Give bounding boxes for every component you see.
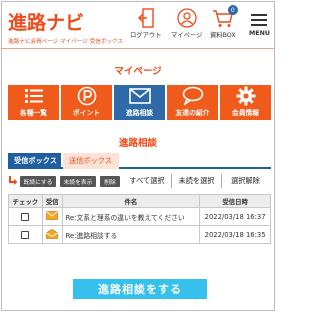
cart-icon: 0 bbox=[212, 5, 238, 28]
mypage-tiles: 各種一覧 ポイント 進路相談 友達の紹介 会員情報 bbox=[8, 85, 271, 120]
user-icon bbox=[177, 7, 197, 28]
logout-icon bbox=[137, 7, 154, 28]
tile-list[interactable]: 各種一覧 bbox=[8, 85, 59, 120]
mypage-title: マイページ bbox=[114, 66, 162, 77]
breadcrumb: 進路ナビ会員ページ マイページ 受信ボックス bbox=[8, 39, 124, 45]
gear-icon bbox=[236, 85, 256, 106]
tile-points-label: ポイント bbox=[72, 109, 101, 117]
cart-badge: 0 bbox=[227, 5, 238, 15]
deselect-button[interactable]: 選択解除 bbox=[221, 174, 269, 188]
table-row[interactable]: Re:進路相談する 2022/03/18 16:35 bbox=[8, 225, 271, 244]
tab-sent[interactable]: 送信ボックス bbox=[63, 153, 119, 169]
select-all-button[interactable]: すべて選択 bbox=[123, 174, 171, 188]
list-icon bbox=[24, 85, 44, 106]
tile-consult-label: 進路相談 bbox=[125, 109, 154, 117]
site-logo[interactable]: 進路ナビ bbox=[8, 8, 84, 35]
logout-button[interactable]: ログアウト bbox=[130, 7, 161, 39]
logout-label: ログアウト bbox=[130, 32, 162, 39]
tile-member-info-label: 会員情報 bbox=[231, 109, 260, 117]
document-box-button[interactable]: 0 資料BOX bbox=[210, 5, 238, 39]
row-subject[interactable]: Re:進路相談する bbox=[61, 225, 201, 244]
points-icon bbox=[77, 85, 97, 106]
col-check: チェック bbox=[8, 194, 43, 208]
select-unread-button[interactable]: 未読を選択 bbox=[171, 174, 221, 188]
tab-inbox[interactable]: 受信ボックス bbox=[8, 153, 61, 169]
start-consult-button[interactable]: 進路相談をする bbox=[73, 279, 207, 299]
mailbox-tabs: 受信ボックス 送信ボックス bbox=[8, 153, 271, 169]
col-subject: 件名 bbox=[61, 194, 201, 208]
tile-list-label: 各種一覧 bbox=[19, 109, 48, 117]
document-box-label: 資料BOX bbox=[210, 32, 236, 39]
mail-icon bbox=[128, 85, 151, 106]
mypage-label: マイページ bbox=[171, 32, 203, 39]
tile-member-info[interactable]: 会員情報 bbox=[220, 85, 271, 120]
mark-read-button[interactable]: 既読にする bbox=[20, 176, 56, 187]
hamburger-icon bbox=[250, 7, 268, 28]
corner-arrow-icon bbox=[9, 176, 18, 185]
tile-points[interactable]: ポイント bbox=[61, 85, 112, 120]
delete-button[interactable]: 削除 bbox=[100, 176, 120, 187]
table-header-row: チェック 受信 件名 受信日時 bbox=[8, 194, 271, 208]
col-received: 受信 bbox=[41, 194, 63, 208]
table-row[interactable]: Re:文系と理系の違いを教えてください 2022/03/18 16:37 bbox=[8, 207, 271, 226]
show-unread-button[interactable]: 未読を表示 bbox=[60, 176, 96, 187]
menu-label: MENU bbox=[249, 30, 270, 37]
row-subject[interactable]: Re:文系と理系の違いを教えてください bbox=[61, 207, 201, 226]
row-checkbox[interactable] bbox=[21, 212, 30, 221]
menu-button[interactable]: MENU bbox=[249, 7, 270, 37]
col-date: 受信日時 bbox=[199, 194, 271, 208]
row-date: 2022/03/18 16:35 bbox=[199, 225, 271, 244]
opened-mail-icon bbox=[46, 228, 59, 239]
row-date: 2022/03/18 16:37 bbox=[199, 207, 271, 226]
unread-mail-icon bbox=[46, 211, 59, 220]
message-table: チェック 受信 件名 受信日時 Re:文系と理系の違いを教えてください 2022… bbox=[8, 194, 271, 244]
action-bar: 既読にする 未読を表示 削除 すべて選択 未読を選択 選択解除 bbox=[8, 174, 272, 188]
chat-bubble-icon bbox=[182, 85, 204, 106]
tile-consult[interactable]: 進路相談 bbox=[114, 85, 165, 120]
mypage-button[interactable]: マイページ bbox=[171, 7, 202, 39]
consult-title: 進路相談 bbox=[118, 138, 157, 149]
page-frame: 進路ナビ 進路ナビ会員ページ マイページ 受信ボックス ログアウト マイページ bbox=[1, 1, 275, 311]
row-checkbox[interactable] bbox=[21, 230, 30, 239]
tile-referral[interactable]: 友達の紹介 bbox=[167, 85, 218, 120]
tile-referral-label: 友達の紹介 bbox=[175, 109, 210, 117]
header-divider bbox=[2, 48, 274, 49]
